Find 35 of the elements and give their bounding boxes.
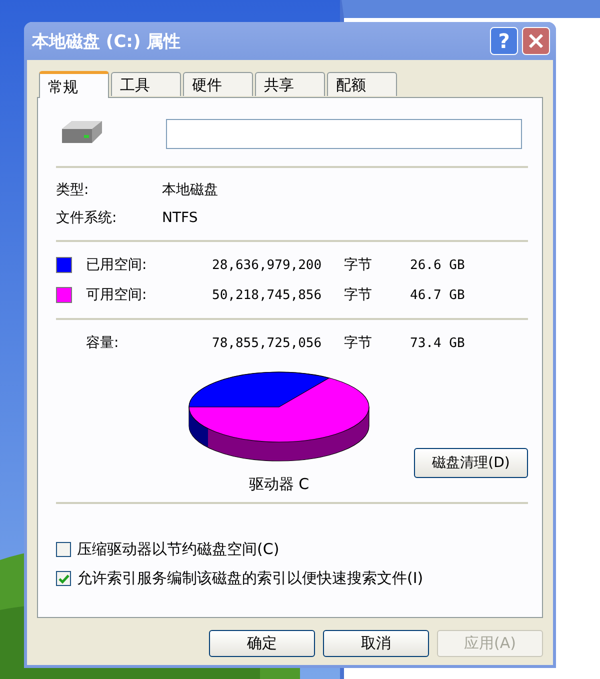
checkbox-label: 允许索引服务编制该磁盘的索引以便快速搜索文件(I) <box>77 569 424 588</box>
size-value: 46.7 GB <box>410 288 466 302</box>
dialog-button[interactable]: 确定 <box>209 630 315 657</box>
space-label: 已用空间: <box>86 256 148 274</box>
checkbox[interactable] <box>56 542 71 557</box>
unit-label: 字节 <box>344 256 373 274</box>
disk-cleanup-button[interactable]: 磁盘清理(D) <box>414 448 528 478</box>
close-icon <box>528 33 544 49</box>
unit-label: 字节 <box>344 286 373 304</box>
byte-count: 78,855,725,056 <box>212 336 323 350</box>
capacity-label: 容量: <box>86 334 120 352</box>
help-button[interactable]: ? <box>490 27 518 55</box>
size-value: 26.6 GB <box>410 258 466 272</box>
tab[interactable]: 工具 <box>111 72 181 96</box>
tab[interactable]: 硬件 <box>183 72 253 96</box>
space-label: 可用空间: <box>86 286 148 304</box>
byte-count: 28,636,979,200 <box>212 258 323 272</box>
unit-label: 字节 <box>344 334 373 352</box>
check-icon <box>58 572 70 584</box>
close-button[interactable] <box>522 27 550 55</box>
drive-label: 驱动器 C <box>248 475 310 494</box>
info-value: 本地磁盘 <box>162 181 218 199</box>
info-value: NTFS <box>162 210 198 226</box>
tab[interactable]: 配额 <box>327 72 397 96</box>
checkbox-label: 压缩驱动器以节约磁盘空间(C) <box>77 540 280 559</box>
size-value: 73.4 GB <box>410 336 466 350</box>
window-title: 本地磁盘 (C:) 属性 <box>32 30 182 52</box>
byte-count: 50,218,745,856 <box>212 288 323 302</box>
info-label: 类型: <box>56 181 90 199</box>
drive-name-field[interactable] <box>166 119 522 149</box>
tab[interactable]: 共享 <box>255 72 325 96</box>
info-label: 文件系统: <box>56 209 118 227</box>
dialog-button[interactable]: 取消 <box>323 630 429 657</box>
tab[interactable]: 常规 <box>39 71 109 98</box>
checkbox[interactable] <box>56 571 71 586</box>
